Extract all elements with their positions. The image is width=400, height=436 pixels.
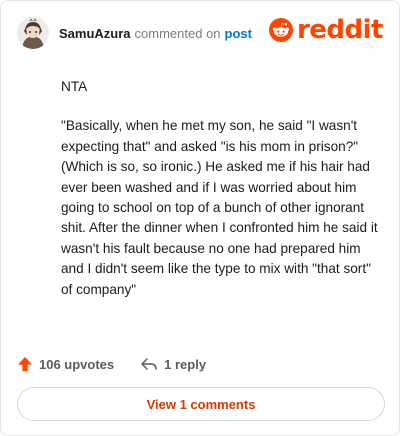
upvote-arrow-icon [18,357,32,371]
comment-action-text: commented on [134,25,221,41]
avatar-image [17,17,49,49]
comment-footer: 106 upvotes 1 reply [17,353,206,375]
reply-arrow-icon [141,358,157,370]
upvote-count: 106 upvotes [39,356,115,372]
post-link[interactable]: post [225,26,252,41]
upvote-button[interactable]: 106 upvotes [17,356,114,372]
comment-paragraph: "Basically, when he met my son, he said … [61,118,378,297]
view-comments-button[interactable]: View 1 comments [17,387,385,421]
reddit-logo[interactable]: reddit [268,15,384,45]
reply-button[interactable]: 1 reply [140,356,206,372]
comment-card: SamuAzura commented on post reddit NTA "… [0,0,400,436]
reddit-alien-icon [268,18,293,42]
username-link[interactable]: SamuAzura [59,26,131,41]
reply-count: 1 reply [164,356,207,372]
comment-body: NTA "Basically, when he met my son, he s… [61,77,383,319]
avatar[interactable] [17,17,49,49]
comment-paragraph: NTA [61,79,88,94]
logo-text: reddit [296,15,384,45]
comment-meta: SamuAzura commented on post [59,26,252,41]
